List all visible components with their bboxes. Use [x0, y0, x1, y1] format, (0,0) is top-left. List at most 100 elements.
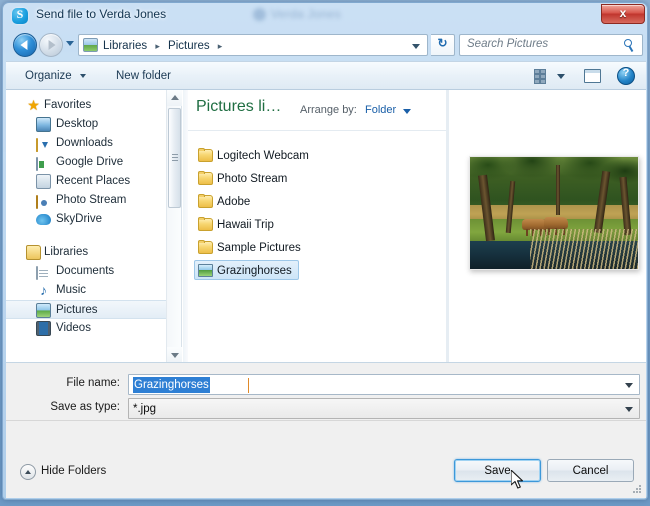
navigation-pane-scrollbar[interactable] — [166, 90, 182, 362]
organize-label: Organize — [25, 70, 72, 82]
search-input[interactable]: Search Pictures — [467, 38, 548, 50]
breadcrumb-item-pictures[interactable]: Pictures — [168, 40, 210, 52]
list-item-label: Sample Pictures — [217, 242, 301, 254]
refresh-button[interactable]: ↻ — [431, 34, 455, 56]
sidebar-item-label-photo-stream: Photo Stream — [56, 194, 127, 206]
sidebar-item-skydrive[interactable]: SkyDrive — [6, 210, 166, 229]
forward-button[interactable] — [39, 33, 63, 57]
background-window-ghost-icon — [253, 8, 266, 21]
scrollbar-thumb[interactable] — [168, 108, 181, 208]
chevron-up-circle-icon — [20, 464, 36, 480]
star-icon: ★ — [27, 97, 40, 113]
save-as-type-label: Save as type: — [50, 401, 120, 413]
sidebar-item-label-pictures: Pictures — [56, 304, 98, 316]
breadcrumb: Libraries ▸ Pictures ▸ — [103, 38, 227, 54]
resize-grip[interactable] — [632, 485, 642, 495]
list-item[interactable]: Sample Pictures — [194, 237, 308, 257]
preview-pane-icon[interactable] — [584, 69, 601, 83]
search-box[interactable]: Search Pictures — [459, 34, 643, 56]
skype-icon: S — [12, 7, 28, 24]
save-as-type-select[interactable]: *.jpg — [128, 398, 640, 419]
recent-locations-chevron-down-icon[interactable] — [66, 41, 74, 46]
libraries-icon — [26, 245, 41, 260]
arrange-by-label: Arrange by: — [300, 104, 357, 116]
sidebar-item-videos[interactable]: Videos — [6, 319, 166, 338]
list-item-label: Adobe — [217, 196, 251, 208]
navigation-bar: Libraries ▸ Pictures ▸ ↻ Search Pictures — [6, 30, 646, 60]
sidebar-item-label-desktop: Desktop — [56, 118, 99, 130]
scrollbar-grip-icon — [172, 154, 178, 155]
save-button[interactable]: Save — [454, 459, 541, 482]
organize-button[interactable]: Organize — [20, 67, 91, 86]
music-icon: ♪ — [40, 282, 47, 298]
sidebar-group-libraries[interactable]: Libraries — [6, 243, 166, 262]
sidebar-group-label-favorites: Favorites — [44, 99, 92, 111]
videos-icon — [36, 321, 51, 336]
breadcrumb-item-libraries[interactable]: Libraries — [103, 40, 147, 52]
scroll-up-button[interactable] — [167, 90, 182, 106]
navigation-pane: ★ Favorites Desktop Downloads Google Dri… — [6, 90, 166, 362]
skydrive-icon — [36, 214, 51, 225]
address-chevron-down-icon[interactable] — [412, 44, 420, 49]
folder-icon — [198, 240, 213, 254]
arrange-by-value[interactable]: Folder — [365, 104, 396, 116]
sidebar-item-google-drive[interactable]: Google Drive — [6, 153, 166, 172]
arrange-by-chevron-down-icon[interactable] — [403, 109, 411, 114]
new-folder-button[interactable]: New folder — [111, 67, 176, 86]
folder-icon — [198, 148, 213, 162]
address-bar[interactable]: Libraries ▸ Pictures ▸ — [78, 34, 428, 56]
back-arrow-icon — [20, 40, 28, 50]
file-list-pane: Pictures li… Arrange by: Folder Logitech… — [188, 90, 446, 362]
list-item[interactable]: Adobe — [194, 191, 257, 211]
text-caret — [248, 378, 249, 393]
folder-icon — [198, 217, 213, 231]
sidebar-item-photo-stream[interactable]: Photo Stream — [6, 191, 166, 210]
file-name-chevron-down-icon[interactable] — [625, 383, 633, 388]
sidebar-item-pictures[interactable]: Pictures — [6, 300, 166, 319]
image-file-icon — [198, 264, 213, 277]
dialog-window: Verda Jones S Send file to Verda Jones x… — [2, 2, 648, 500]
sidebar-item-label-documents: Documents — [56, 265, 115, 277]
recent-places-icon — [36, 174, 51, 189]
library-header: Pictures li… Arrange by: Folder — [188, 90, 446, 131]
sidebar-item-label-recent-places: Recent Places — [56, 175, 131, 187]
form-area: File name: Grazinghorses Save as type: *… — [6, 363, 646, 421]
refresh-icon: ↻ — [437, 36, 448, 50]
sidebar-group-favorites[interactable]: ★ Favorites — [6, 96, 166, 115]
sidebar-item-recent-places[interactable]: Recent Places — [6, 172, 166, 191]
cancel-button[interactable]: Cancel — [547, 459, 634, 482]
sidebar-item-music[interactable]: ♪ Music — [6, 281, 166, 300]
list-item[interactable]: Logitech Webcam — [194, 145, 316, 165]
list-item[interactable]: Photo Stream — [194, 168, 294, 188]
sidebar-item-downloads[interactable]: Downloads — [6, 134, 166, 153]
scroll-down-button[interactable] — [167, 347, 182, 362]
dialog-footer: Hide Folders Save Cancel — [6, 421, 646, 498]
sidebar-item-label-skydrive: SkyDrive — [56, 213, 103, 225]
view-list-icon[interactable] — [534, 69, 550, 84]
skype-icon-letter: S — [16, 7, 24, 21]
file-save-dialog-screen: Verda Jones S Send file to Verda Jones x… — [0, 0, 650, 506]
back-button[interactable] — [13, 33, 37, 57]
title-bar: Verda Jones S Send file to Verda Jones x — [3, 3, 649, 29]
list-item-selected[interactable]: Grazinghorses — [194, 260, 299, 280]
forward-arrow-icon — [48, 40, 56, 50]
list-item-label: Grazinghorses — [217, 265, 292, 277]
command-toolbar: Organize New folder ? — [6, 61, 646, 90]
sidebar-item-documents[interactable]: Documents — [6, 262, 166, 281]
hide-folders-label: Hide Folders — [41, 465, 107, 477]
file-name-input[interactable]: Grazinghorses — [128, 374, 640, 395]
view-chevron-down-icon[interactable] — [557, 74, 565, 79]
pictures-icon — [36, 303, 51, 318]
search-icon — [623, 38, 637, 53]
save-as-type-chevron-down-icon[interactable] — [625, 407, 633, 412]
close-button[interactable]: x — [601, 4, 645, 24]
chevron-up-icon — [171, 95, 179, 100]
downloads-icon — [36, 138, 38, 152]
list-item-label: Photo Stream — [217, 173, 288, 185]
sidebar-item-label-music: Music — [56, 284, 87, 296]
help-icon[interactable]: ? — [617, 67, 635, 85]
photo-stream-icon — [36, 195, 38, 209]
chevron-down-icon — [79, 73, 86, 78]
sidebar-item-desktop[interactable]: Desktop — [6, 115, 166, 134]
list-item[interactable]: Hawaii Trip — [194, 214, 281, 234]
